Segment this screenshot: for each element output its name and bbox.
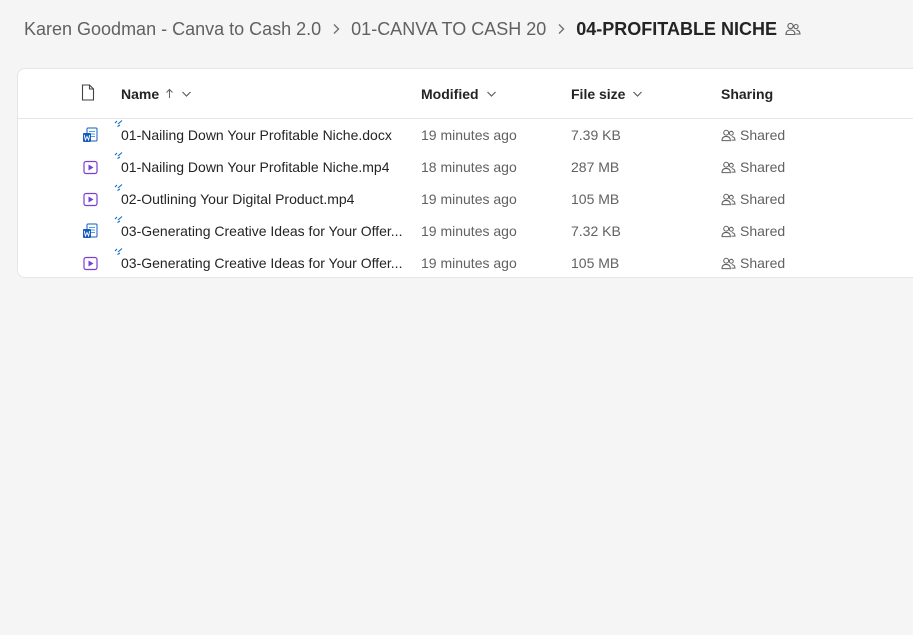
file-name[interactable]: 01-Nailing Down Your Profitable Niche.mp…: [114, 151, 404, 183]
breadcrumb: Karen Goodman - Canva to Cash 2.0 01-CAN…: [24, 16, 801, 42]
sharing-status-text: Shared: [740, 191, 786, 207]
modified-date: 19 minutes ago: [421, 191, 517, 207]
people-icon: [721, 129, 736, 142]
file-size-header-label: File size: [571, 85, 626, 102]
word-doc-icon: [81, 215, 99, 247]
chevron-down-icon: [632, 90, 643, 98]
sharing-status[interactable]: Shared: [721, 183, 785, 215]
new-item-sparkle-icon: [114, 248, 123, 257]
people-icon: [721, 225, 736, 238]
modified-date: 18 minutes ago: [421, 159, 517, 175]
file-size: 7.32 KB: [571, 223, 621, 239]
file-size: 7.39 KB: [571, 127, 621, 143]
file-type-column-header[interactable]: [81, 69, 95, 118]
file-size: 105 MB: [571, 191, 620, 207]
chevron-down-icon: [181, 90, 192, 98]
video-file-icon: [81, 247, 99, 279]
word-doc-icon: [81, 119, 99, 151]
new-item-sparkle-icon: [114, 120, 123, 129]
breadcrumb-current-folder: 04-PROFITABLE NICHE: [576, 18, 777, 39]
people-icon: [721, 161, 736, 174]
sort-ascending-icon: [165, 88, 174, 99]
video-file-icon: [81, 183, 99, 215]
chevron-right-icon: [331, 23, 341, 35]
file-list: Name Modified File size Sharing 01-Naili…: [17, 68, 913, 278]
name-header-label: Name: [121, 85, 160, 102]
modified-date: 19 minutes ago: [421, 223, 517, 239]
file-name-text[interactable]: 03-Generating Creative Ideas for Your Of…: [121, 255, 402, 271]
file-icon: [81, 83, 95, 104]
file-size: 287 MB: [571, 159, 620, 175]
file-name-text[interactable]: 02-Outlining Your Digital Product.mp4: [121, 191, 354, 207]
sharing-status[interactable]: Shared: [721, 119, 785, 151]
sharing-status[interactable]: Shared: [721, 247, 785, 279]
modified-header-label: Modified: [421, 85, 479, 102]
new-item-sparkle-icon: [114, 152, 123, 161]
chevron-down-icon: [486, 90, 497, 98]
new-item-sparkle-icon: [114, 184, 123, 193]
sharing-column-header: Sharing: [721, 69, 773, 118]
file-name[interactable]: 03-Generating Creative Ideas for Your Of…: [114, 215, 404, 247]
modified-date: 19 minutes ago: [421, 255, 517, 271]
file-name[interactable]: 02-Outlining Your Digital Product.mp4: [114, 183, 404, 215]
file-name-text[interactable]: 03-Generating Creative Ideas for Your Of…: [121, 223, 402, 239]
file-name-text[interactable]: 01-Nailing Down Your Profitable Niche.do…: [121, 127, 392, 143]
file-size: 105 MB: [571, 255, 620, 271]
people-icon: [721, 257, 736, 270]
file-size-column-header[interactable]: File size: [571, 69, 643, 118]
name-column-header[interactable]: Name: [121, 69, 192, 118]
table-row[interactable]: 03-Generating Creative Ideas for Your Of…: [18, 247, 913, 279]
file-rows: 01-Nailing Down Your Profitable Niche.do…: [18, 119, 913, 279]
modified-column-header[interactable]: Modified: [421, 69, 497, 118]
sharing-status-text: Shared: [740, 127, 786, 143]
sharing-status[interactable]: Shared: [721, 151, 785, 183]
file-name-text[interactable]: 01-Nailing Down Your Profitable Niche.mp…: [121, 159, 389, 175]
table-row[interactable]: 01-Nailing Down Your Profitable Niche.do…: [18, 119, 913, 151]
table-row[interactable]: 01-Nailing Down Your Profitable Niche.mp…: [18, 151, 913, 183]
sharing-status-text: Shared: [740, 159, 786, 175]
people-icon: [721, 193, 736, 206]
file-name[interactable]: 03-Generating Creative Ideas for Your Of…: [114, 247, 404, 279]
modified-date: 19 minutes ago: [421, 127, 517, 143]
file-name[interactable]: 01-Nailing Down Your Profitable Niche.do…: [114, 119, 404, 151]
sharing-status-text: Shared: [740, 255, 786, 271]
chevron-right-icon: [556, 23, 566, 35]
sharing-header-label: Sharing: [721, 85, 774, 102]
people-icon[interactable]: [785, 22, 801, 36]
sharing-status-text: Shared: [740, 223, 786, 239]
video-file-icon: [81, 151, 99, 183]
table-row[interactable]: 02-Outlining Your Digital Product.mp4 19…: [18, 183, 913, 215]
sharing-status[interactable]: Shared: [721, 215, 785, 247]
breadcrumb-item-root[interactable]: Karen Goodman - Canva to Cash 2.0: [24, 19, 321, 40]
table-row[interactable]: 03-Generating Creative Ideas for Your Of…: [18, 215, 913, 247]
breadcrumb-item-parent[interactable]: 01-CANVA TO CASH 20: [351, 19, 546, 40]
file-list-header: Name Modified File size Sharing: [18, 69, 913, 119]
new-item-sparkle-icon: [114, 216, 123, 225]
